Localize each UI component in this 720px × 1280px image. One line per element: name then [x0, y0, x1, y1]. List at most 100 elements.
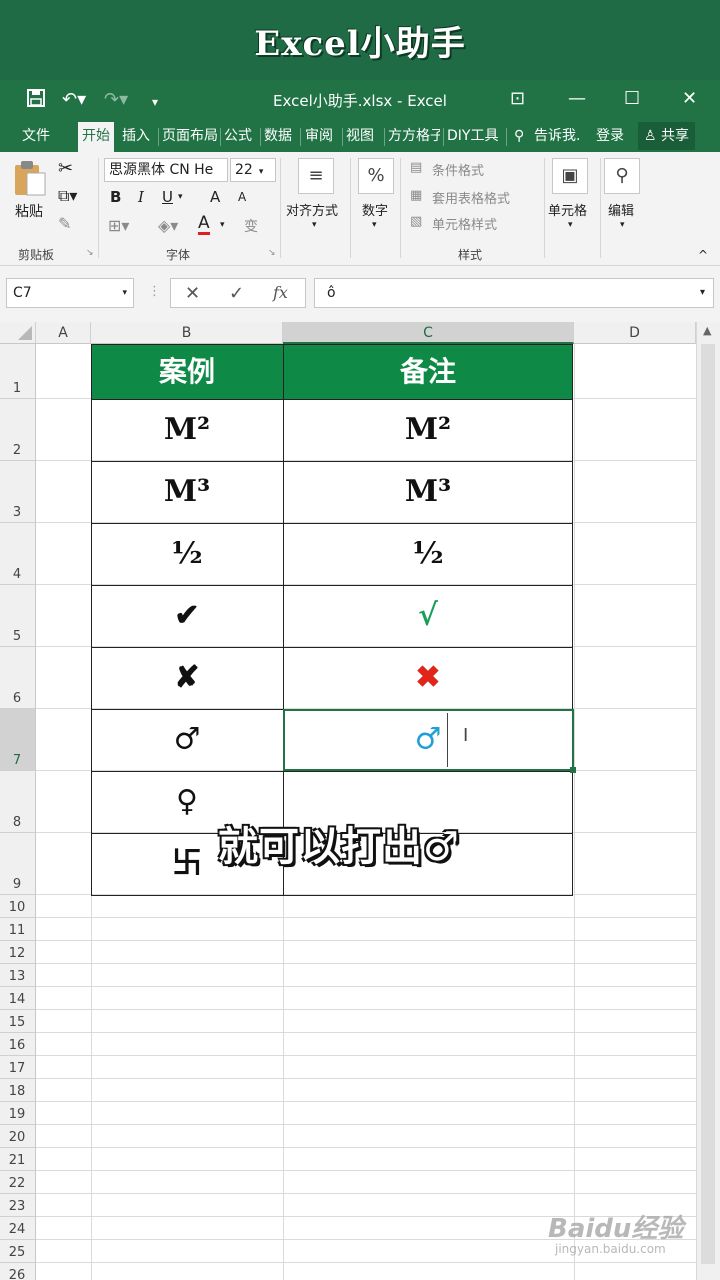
formula-input[interactable]: ô ▾: [314, 278, 714, 308]
row-header[interactable]: 15: [0, 1010, 36, 1033]
select-all-corner[interactable]: [0, 322, 36, 344]
tab-formulas[interactable]: 公式: [224, 126, 252, 146]
alignment-dropdown-icon[interactable]: ▾: [312, 220, 317, 230]
row-header[interactable]: 26: [0, 1263, 36, 1280]
example-cell[interactable]: M²: [91, 399, 283, 461]
font-size-select[interactable]: 22 ▾: [230, 158, 276, 182]
collapse-ribbon-icon[interactable]: ^: [698, 248, 708, 262]
tab-home[interactable]: 开始: [78, 122, 114, 152]
editing-button[interactable]: 编辑: [608, 200, 634, 219]
formula-expand-icon[interactable]: ▾: [700, 279, 705, 307]
header-example[interactable]: 案例: [91, 344, 283, 399]
column-header-b[interactable]: B: [91, 322, 283, 344]
row-header[interactable]: 14: [0, 987, 36, 1010]
tab-diy-tools[interactable]: DIY工具: [447, 126, 498, 146]
bold-button[interactable]: B: [110, 188, 121, 206]
row-header[interactable]: 11: [0, 918, 36, 941]
row-header[interactable]: 7: [0, 709, 36, 771]
shrink-font-button[interactable]: A: [238, 190, 246, 204]
editing-dropdown-icon[interactable]: ▾: [620, 220, 625, 230]
row-header[interactable]: 16: [0, 1033, 36, 1056]
row-header[interactable]: 20: [0, 1125, 36, 1148]
search-icon[interactable]: ⚲: [604, 158, 640, 194]
tab-file[interactable]: 文件: [22, 126, 50, 146]
tab-review[interactable]: 审阅: [305, 126, 333, 146]
border-icon[interactable]: ⊞▾: [108, 216, 129, 235]
worksheet-grid[interactable]: A B C D 1 2 3 4 5 6 7 8 9 10 11 12 13 14 15 16 17 18 19 20 2…: [0, 322, 720, 1280]
tab-ffcell[interactable]: 方方格子: [388, 126, 440, 146]
font-color-button[interactable]: A: [198, 214, 210, 235]
column-header-a[interactable]: A: [36, 322, 91, 344]
insert-function-button[interactable]: fx: [273, 283, 288, 302]
row-header[interactable]: 5: [0, 585, 36, 647]
tab-insert[interactable]: 插入: [122, 126, 150, 146]
note-cell[interactable]: √: [283, 585, 573, 647]
conditional-format-button[interactable]: 条件格式: [432, 160, 484, 179]
number-button[interactable]: 数字: [362, 200, 388, 219]
row-header[interactable]: 1: [0, 344, 36, 399]
row-header[interactable]: 25: [0, 1240, 36, 1263]
tab-data[interactable]: 数据: [264, 126, 292, 146]
row-header[interactable]: 22: [0, 1171, 36, 1194]
italic-button[interactable]: I: [138, 188, 144, 206]
copy-icon[interactable]: ⧉▾: [58, 186, 77, 206]
login-link[interactable]: 登录: [596, 126, 624, 146]
header-note[interactable]: 备注: [283, 344, 573, 399]
maximize-button[interactable]: ☐: [624, 88, 640, 109]
scroll-up-icon[interactable]: ▲: [703, 324, 711, 337]
tell-me-search[interactable]: 告诉我.: [534, 126, 580, 146]
column-header-d[interactable]: D: [574, 322, 696, 344]
cancel-icon[interactable]: ✕: [185, 283, 200, 304]
note-cell[interactable]: ½: [283, 523, 573, 585]
lightbulb-icon[interactable]: ⚲: [514, 126, 524, 146]
fill-handle[interactable]: [570, 767, 576, 773]
phonetic-guide-button[interactable]: 变: [244, 216, 258, 236]
cell-styles-button[interactable]: 单元格样式: [432, 214, 497, 233]
tab-view[interactable]: 视图: [346, 126, 374, 146]
row-header[interactable]: 19: [0, 1102, 36, 1125]
row-header[interactable]: 3: [0, 461, 36, 523]
underline-dropdown-icon[interactable]: ▾: [178, 192, 183, 202]
column-header-c[interactable]: C: [283, 322, 574, 344]
align-icon[interactable]: ≡: [298, 158, 334, 194]
example-cell[interactable]: ♂: [91, 709, 283, 771]
format-painter-icon[interactable]: ✎: [58, 214, 71, 233]
grow-font-button[interactable]: A: [210, 188, 220, 206]
row-header[interactable]: 21: [0, 1148, 36, 1171]
cells-icon[interactable]: ▣: [552, 158, 588, 194]
name-box-dropdown-icon[interactable]: ▾: [122, 279, 127, 307]
name-box[interactable]: C7 ▾: [6, 278, 134, 308]
font-launcher-icon[interactable]: ↘: [268, 248, 276, 258]
note-cell[interactable]: M³: [283, 461, 573, 523]
cells-button[interactable]: 单元格: [548, 200, 587, 219]
row-header[interactable]: 23: [0, 1194, 36, 1217]
alignment-button[interactable]: 对齐方式: [286, 200, 338, 219]
row-header[interactable]: 4: [0, 523, 36, 585]
row-header[interactable]: 24: [0, 1217, 36, 1240]
row-header[interactable]: 2: [0, 399, 36, 461]
close-button[interactable]: ✕: [682, 88, 697, 109]
font-color-dropdown-icon[interactable]: ▾: [220, 220, 225, 230]
share-button[interactable]: ♙ 共享: [638, 122, 696, 150]
vertical-scrollbar[interactable]: ▲: [696, 322, 720, 1280]
note-cell[interactable]: M²: [283, 399, 573, 461]
row-header[interactable]: 10: [0, 895, 36, 918]
ribbon-display-icon[interactable]: ⊡: [510, 88, 525, 109]
example-cell[interactable]: ½: [91, 523, 283, 585]
example-cell[interactable]: ✘: [91, 647, 283, 709]
paste-button[interactable]: 粘贴: [10, 158, 50, 230]
clipboard-launcher-icon[interactable]: ↘: [86, 248, 94, 258]
active-cell-c7[interactable]: I: [283, 709, 576, 773]
table-format-button[interactable]: 套用表格格式: [432, 188, 510, 207]
row-header[interactable]: 9: [0, 833, 36, 895]
cut-icon[interactable]: ✂: [58, 158, 73, 179]
note-cell[interactable]: ✖: [283, 647, 573, 709]
percent-icon[interactable]: %: [358, 158, 394, 194]
row-header[interactable]: 18: [0, 1079, 36, 1102]
example-cell[interactable]: M³: [91, 461, 283, 523]
tab-page-layout[interactable]: 页面布局: [162, 126, 218, 146]
row-header[interactable]: 6: [0, 647, 36, 709]
example-cell[interactable]: ✔: [91, 585, 283, 647]
minimize-button[interactable]: —: [568, 88, 586, 109]
font-name-select[interactable]: 思源黑体 CN He: [104, 158, 228, 182]
